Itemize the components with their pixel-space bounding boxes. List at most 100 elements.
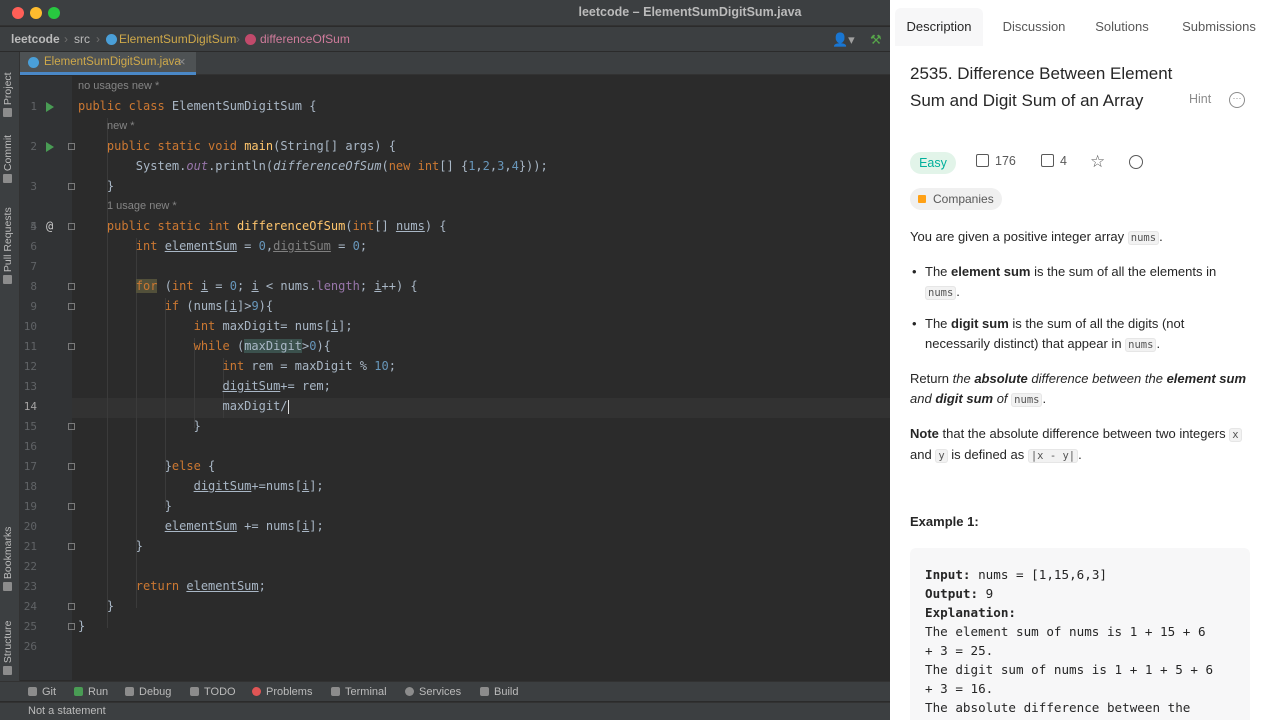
- example-line: Explanation:: [925, 603, 1016, 622]
- breadcrumb-separator: ›: [96, 32, 100, 46]
- example-box: Input: nums = [1,15,6,3] Output: 9 Expla…: [910, 548, 1250, 720]
- services-icon: [405, 687, 414, 696]
- status-bar: Not a statement: [0, 702, 890, 720]
- pull-requests-tool-tab[interactable]: Pull Requests: [2, 197, 18, 287]
- thumbs-down-icon: [1041, 154, 1054, 167]
- hint-button[interactable]: Hint: [1189, 92, 1211, 106]
- example-line: Output: 9: [925, 584, 993, 603]
- bookmarks-tool-tab[interactable]: Bookmarks: [2, 520, 18, 594]
- build-tool-button[interactable]: Build: [480, 686, 518, 698]
- return-bold: digit sum: [935, 391, 994, 406]
- fold-icon[interactable]: [68, 343, 75, 350]
- code-editor[interactable]: @ 1 2 3 4 5 6 7 8 9 10 11 12 13 14 15 16…: [20, 76, 890, 680]
- code-line: return elementSum;: [135, 579, 266, 593]
- run-main-icon[interactable]: [46, 142, 54, 152]
- more-options-icon[interactable]: ···: [1229, 92, 1245, 108]
- todo-tool-button[interactable]: TODO: [190, 686, 236, 698]
- code-line-current: maxDigit/: [78, 399, 289, 414]
- line-number: 26: [23, 640, 37, 653]
- git-tool-button[interactable]: Git: [28, 686, 56, 698]
- project-tool-tab[interactable]: Project: [2, 60, 18, 120]
- return-italic: and: [910, 391, 936, 406]
- tab-description[interactable]: Description: [895, 8, 983, 46]
- fold-icon[interactable]: [68, 223, 75, 230]
- companies-tag[interactable]: Companies: [910, 188, 1002, 210]
- line-number: 20: [23, 520, 37, 533]
- problem-title: 2535. Difference Between Element Sum and…: [910, 64, 1173, 110]
- share-icon[interactable]: [1129, 155, 1143, 169]
- breadcrumb-method[interactable]: differenceOfSum: [260, 32, 350, 46]
- bookmark-icon: [3, 582, 13, 591]
- user-icon[interactable]: 👤▾: [832, 32, 855, 48]
- line-number: 7: [30, 260, 37, 273]
- breadcrumb-separator: ›: [64, 32, 68, 46]
- git-tool-label: Git: [42, 686, 57, 698]
- status-message: Not a statement: [28, 705, 106, 717]
- build-tool-label: Build: [494, 686, 519, 698]
- editor-tab-active[interactable]: ElementSumDigitSum.java ×: [20, 52, 196, 75]
- lock-icon: [918, 195, 926, 203]
- fold-icon[interactable]: [68, 303, 75, 310]
- run-icon: [74, 687, 83, 696]
- annotation-icon: @: [46, 219, 54, 233]
- problems-tool-button[interactable]: Problems: [252, 686, 312, 698]
- text-cursor: [287, 399, 289, 414]
- fold-icon[interactable]: [68, 143, 75, 150]
- breadcrumb-class[interactable]: ElementSumDigitSum: [119, 32, 236, 46]
- code-line: if (nums[i]>9){: [164, 299, 274, 313]
- services-tool-label: Services: [419, 686, 462, 698]
- tab-solutions[interactable]: Solutions: [1082, 8, 1162, 46]
- close-tab-icon[interactable]: ×: [178, 54, 186, 69]
- run-class-icon[interactable]: [46, 102, 54, 112]
- tab-submissions[interactable]: Submissions: [1177, 8, 1261, 46]
- line-number-current: 14: [23, 400, 37, 413]
- fold-icon[interactable]: [68, 183, 75, 190]
- fold-icon[interactable]: [68, 603, 75, 610]
- star-icon[interactable]: ☆: [1090, 152, 1105, 172]
- return-bold: absolute: [974, 371, 1028, 386]
- example-value: 9: [978, 586, 994, 601]
- like-button[interactable]: 176: [976, 154, 1016, 168]
- breadcrumb-folder[interactable]: src: [74, 32, 90, 46]
- fold-icon[interactable]: [68, 503, 75, 510]
- fold-icon[interactable]: [68, 283, 75, 290]
- editor-tab-label: ElementSumDigitSum.java: [44, 56, 181, 68]
- code-line: int elementSum = 0,digitSum = 0;: [135, 239, 368, 253]
- tab-discussion[interactable]: Discussion: [990, 8, 1078, 46]
- bookmarks-tool-label: Bookmarks: [2, 526, 14, 580]
- inline-code: nums: [925, 286, 957, 300]
- thumbs-up-icon: [976, 154, 989, 167]
- fold-icon[interactable]: [68, 423, 75, 430]
- commit-tool-tab[interactable]: Commit: [2, 126, 18, 186]
- companies-label: Companies: [933, 192, 994, 206]
- fold-icon[interactable]: [68, 543, 75, 550]
- dislike-count: 4: [1060, 154, 1067, 168]
- example-line: The digit sum of nums is 1 + 1 + 5 + 6: [925, 662, 1214, 677]
- code-line: public static void main(String[] args) {: [106, 139, 396, 153]
- terminal-tool-button[interactable]: Terminal: [331, 686, 387, 698]
- build-hammer-icon[interactable]: ⚒: [870, 32, 882, 48]
- fold-icon[interactable]: [68, 463, 75, 470]
- problems-tool-label: Problems: [266, 686, 313, 698]
- code-line: }: [78, 539, 144, 553]
- return-italic: difference between the: [1027, 371, 1167, 386]
- return-statement: Return the absolute difference between t…: [910, 371, 1247, 407]
- example-value: nums = [1,15,6,3]: [970, 567, 1107, 582]
- leetcode-panel: Description Discussion Solutions Submiss…: [890, 0, 1280, 720]
- breadcrumb-project[interactable]: leetcode: [11, 32, 60, 46]
- class-icon: [106, 34, 117, 45]
- debug-tool-button[interactable]: Debug: [125, 686, 171, 698]
- line-number: 16: [23, 440, 37, 453]
- like-count: 176: [995, 154, 1016, 168]
- run-tool-button[interactable]: Run: [74, 686, 108, 698]
- fold-icon[interactable]: [68, 623, 75, 630]
- breadcrumb-separator: ›: [236, 32, 240, 46]
- line-number: 5: [30, 220, 37, 233]
- services-tool-button[interactable]: Services: [405, 686, 461, 698]
- bug-icon: [125, 687, 134, 696]
- dislike-button[interactable]: 4: [1041, 154, 1067, 168]
- pull-request-icon: [3, 275, 13, 284]
- inline-code: nums: [1011, 393, 1043, 407]
- structure-tool-tab[interactable]: Structure: [2, 608, 18, 678]
- line-number: 25: [23, 620, 37, 633]
